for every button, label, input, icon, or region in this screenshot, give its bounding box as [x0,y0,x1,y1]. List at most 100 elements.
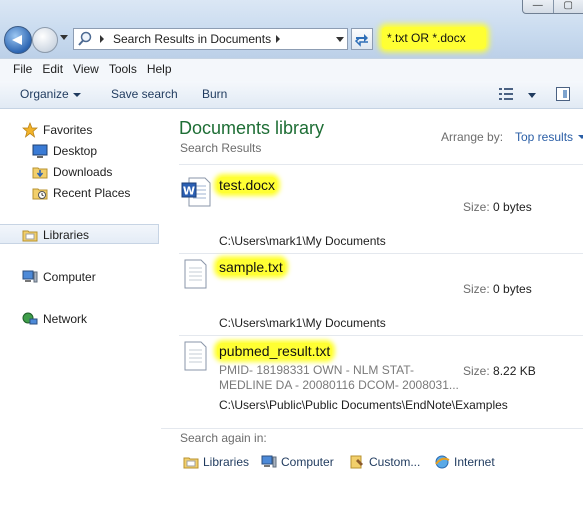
address-bar[interactable]: Search Results in Documents [73,28,348,50]
divider [179,164,583,165]
nav-desktop[interactable]: Desktop [0,141,161,161]
nav-label: Computer [43,270,96,284]
back-button[interactable] [4,26,32,54]
file-size: Size: 0 bytes [463,200,532,214]
search-again-libraries[interactable]: Libraries [183,454,249,470]
menu-tools[interactable]: Tools [109,59,147,81]
size-label: Size: [463,364,490,378]
menu-file[interactable]: File [0,59,42,81]
refresh-icon [354,34,368,47]
breadcrumb[interactable]: Search Results in Documents [113,32,271,46]
file-path: C:\Users\Public\Public Documents\EndNote… [219,398,508,412]
internet-icon [435,455,450,469]
snippet-line: PMID- 18198331 OWN - NLM STAT- [219,363,414,377]
text-file-icon [184,259,207,289]
maximize-icon[interactable]: ▢ [554,0,583,13]
result-item[interactable]: W test.docx Size: 0 bytes C:\Users\mark1… [179,171,583,253]
size-value: 8.22 KB [493,364,536,378]
file-size: Size: 0 bytes [463,282,532,296]
network-icon [22,312,38,325]
organize-button[interactable]: Organize [20,87,69,101]
search-again-internet[interactable]: Internet [434,454,495,470]
svg-text:W: W [183,185,195,198]
search-again-label: Search again in: [180,431,267,445]
view-dropdown-icon[interactable] [528,93,536,98]
menu-edit[interactable]: Edit [42,59,73,81]
minimize-icon[interactable]: — [523,0,554,13]
search-again-option[interactable]: Libraries [203,455,249,469]
libraries-icon [183,457,199,469]
recent-pages-dropdown-icon[interactable] [60,35,68,40]
refresh-button[interactable] [351,28,373,50]
result-item[interactable]: pubmed_result.txt PMID- 18198331 OWN - N… [179,336,583,426]
menu-bar: File Edit View Tools Help [0,58,583,82]
save-search-button[interactable]: Save search [111,87,178,101]
address-dropdown-icon[interactable] [336,37,344,42]
burn-button[interactable]: Burn [202,87,227,101]
file-name[interactable]: pubmed_result.txt [219,343,330,359]
file-name-highlight[interactable]: sample.txt [217,259,285,275]
file-path: C:\Users\mark1\My Documents [219,234,386,248]
text-file-icon [184,341,207,371]
computer-icon [22,270,38,283]
downloads-folder-icon [32,167,48,179]
search-again-option[interactable]: Computer [281,455,334,469]
library-title: Documents library [179,118,325,138]
nav-favorites[interactable]: Favorites [0,120,161,140]
title-bar: — ▢ Search Results in Documents *.txt OR… [0,0,583,58]
arrange-by-dropdown[interactable]: Top results [515,130,573,144]
search-again-option[interactable]: Internet [454,455,495,469]
command-bar: Organize Save search Burn [0,81,583,109]
search-again-custom[interactable]: Custom... [349,454,420,470]
snippet-line: MEDLINE DA - 20080116 DCOM- 2008031... [219,378,459,392]
search-input[interactable]: *.txt OR *.docx [382,27,486,49]
file-name[interactable]: sample.txt [219,259,283,275]
recent-places-icon [32,188,48,200]
nav-libraries[interactable]: Libraries [0,224,159,244]
window-controls[interactable]: — ▢ [522,0,583,14]
nav-label: Libraries [43,228,90,242]
size-value: 0 bytes [493,282,532,296]
custom-folder-icon [350,455,363,469]
menu-view[interactable]: View [73,59,109,81]
search-query[interactable]: *.txt OR *.docx [387,31,466,45]
nav-downloads[interactable]: Downloads [0,162,161,182]
desktop-icon [32,144,48,158]
nav-label: Recent Places [53,186,131,200]
file-name-highlight[interactable]: pubmed_result.txt [217,343,333,359]
nav-recent-places[interactable]: Recent Places [0,183,161,203]
library-subtitle: Search Results [180,141,262,155]
magnifier-icon [78,31,92,46]
results-pane: Documents library Search Results Arrange… [161,109,583,505]
navigation-pane: Favorites Desktop Downloads Recent Place… [0,109,161,505]
preview-pane-button[interactable] [556,87,570,101]
nav-label: Downloads [53,165,113,179]
nav-network[interactable]: Network [0,309,161,329]
forward-button[interactable] [32,27,58,53]
size-label: Size: [463,282,490,296]
search-again-option[interactable]: Custom... [369,455,420,469]
size-label: Size: [463,200,490,214]
breadcrumb-arrow-icon[interactable] [276,35,280,43]
result-item[interactable]: sample.txt Size: 0 bytes C:\Users\mark1\… [179,254,583,334]
file-name-highlight[interactable]: test.docx [217,177,278,193]
word-document-icon: W [181,177,211,207]
arrange-by-label: Arrange by: [441,130,504,144]
breadcrumb-arrow-icon[interactable] [100,35,104,43]
computer-icon [261,455,277,468]
file-name[interactable]: test.docx [219,177,275,193]
file-path: C:\Users\mark1\My Documents [219,316,386,330]
nav-computer[interactable]: Computer [0,267,161,287]
nav-label: Network [43,312,88,326]
arrange-dropdown-icon[interactable] [578,135,583,139]
file-size: Size: 8.22 KB [463,364,536,378]
view-options-icon[interactable] [499,87,513,101]
search-again-computer[interactable]: Computer [261,454,334,470]
divider [161,428,583,429]
nav-label: Desktop [53,144,98,158]
organize-dropdown-icon[interactable] [73,93,81,97]
nav-label: Favorites [43,123,93,137]
file-content-snippet: PMID- 18198331 OWN - NLM STAT- MEDLINE D… [219,363,459,393]
size-value: 0 bytes [493,200,532,214]
menu-help[interactable]: Help [147,59,182,81]
